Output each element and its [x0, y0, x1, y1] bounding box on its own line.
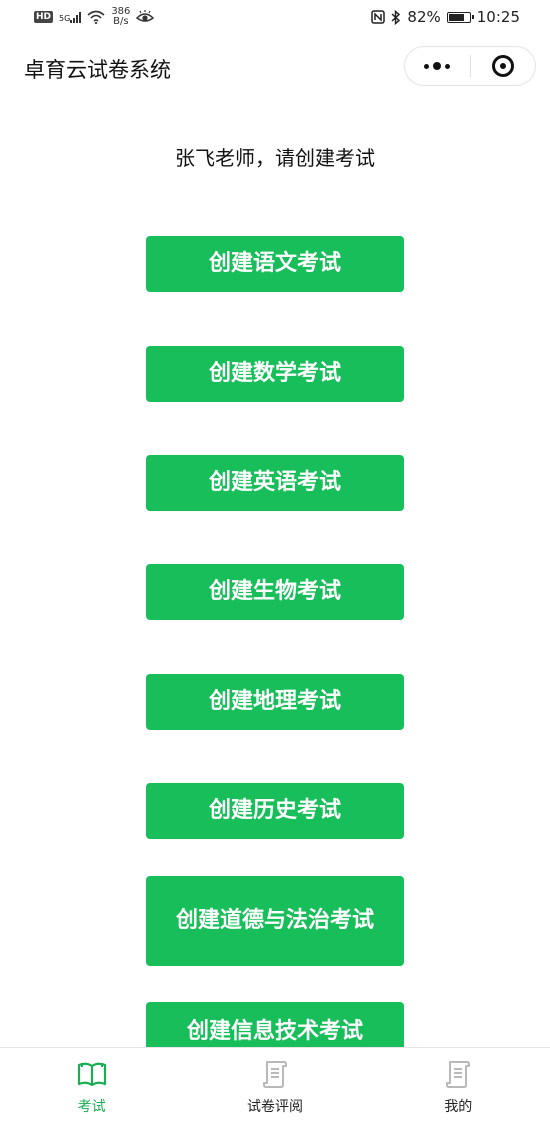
create-history-exam-button[interactable]: 创建历史考试	[146, 783, 404, 839]
scroll-document-icon	[262, 1061, 287, 1088]
open-book-icon	[77, 1062, 106, 1087]
signal-type-label: 5G	[59, 14, 71, 23]
tab-mine[interactable]: 我的	[367, 1048, 550, 1123]
network-speed: 386 B/s	[111, 7, 130, 27]
create-math-exam-button[interactable]: 创建数学考试	[146, 346, 404, 402]
clock-time: 10:25	[476, 8, 520, 26]
greeting-text: 张飞老师，请创建考试	[175, 146, 375, 170]
status-left: HD 5G 386 B/s	[34, 7, 155, 27]
close-program-button[interactable]	[471, 47, 536, 85]
network-speed-unit: B/s	[113, 16, 129, 27]
tab-bar: 考试 试卷评阅 我的	[0, 1047, 550, 1123]
nav-bar: 卓育云试卷系统	[0, 36, 550, 98]
target-circle-icon	[491, 55, 514, 77]
mini-program-capsule	[404, 46, 536, 86]
nfc-icon	[371, 10, 386, 24]
tab-exam[interactable]: 考试	[0, 1048, 183, 1123]
create-geography-exam-button[interactable]: 创建地理考试	[146, 674, 404, 730]
create-biology-exam-button[interactable]: 创建生物考试	[146, 564, 404, 620]
more-dots-icon	[424, 62, 451, 70]
wifi-icon	[87, 10, 105, 24]
bluetooth-icon	[391, 9, 401, 25]
hd-badge: HD	[34, 11, 54, 23]
create-ethics-law-exam-button[interactable]: 创建道德与法治考试	[146, 876, 404, 966]
eye-icon	[136, 10, 155, 22]
more-button[interactable]	[405, 47, 470, 85]
battery-percent: 82%	[407, 8, 441, 26]
scroll-document-icon	[446, 1061, 471, 1088]
cell-signal: 5G	[59, 11, 82, 23]
status-right: 82% 10:25	[371, 8, 520, 26]
tab-label: 我的	[444, 1099, 473, 1115]
create-english-exam-button[interactable]: 创建英语考试	[146, 455, 404, 511]
tab-paper-review[interactable]: 试卷评阅	[183, 1048, 366, 1123]
signal-bars-icon	[70, 11, 82, 23]
page-title: 卓育云试卷系统	[24, 58, 171, 82]
tab-label: 试卷评阅	[246, 1099, 303, 1115]
status-bar: HD 5G 386 B/s 82% 10:25	[0, 0, 550, 36]
tab-label: 考试	[77, 1099, 106, 1115]
create-chinese-exam-button[interactable]: 创建语文考试	[146, 236, 404, 292]
battery-icon	[446, 11, 474, 23]
